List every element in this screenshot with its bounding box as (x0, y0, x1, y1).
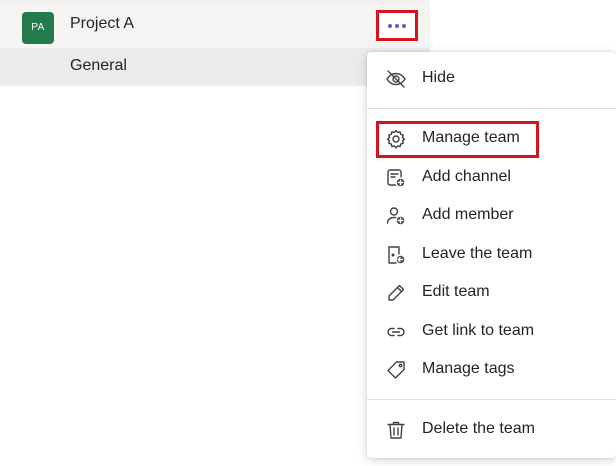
more-horizontal-icon (395, 23, 399, 28)
link-icon (385, 321, 407, 343)
menu-item-label: Add channel (422, 168, 511, 185)
menu-item-label: Manage tags (422, 360, 515, 377)
eye-off-icon (385, 68, 407, 90)
pencil-icon (385, 282, 407, 304)
add-channel-icon (385, 167, 407, 189)
menu-divider (367, 108, 616, 109)
content-background (0, 86, 430, 466)
more-horizontal-icon (402, 23, 406, 28)
menu-item-label: Leave the team (422, 245, 533, 262)
menu-item-leave-team[interactable]: Leave the team (367, 236, 616, 274)
menu-item-label: Add member (422, 206, 514, 223)
menu-item-manage-tags[interactable]: Manage tags (367, 351, 616, 389)
menu-item-edit-team[interactable]: Edit team (367, 274, 616, 312)
menu-item-add-channel[interactable]: Add channel (367, 159, 616, 197)
trash-icon (385, 419, 407, 441)
menu-item-label: Edit team (422, 283, 490, 300)
leave-team-icon (385, 244, 407, 266)
menu-item-label: Get link to team (422, 322, 535, 339)
more-horizontal-icon (388, 23, 392, 28)
team-context-menu: Hide Manage team Add channel Add member … (367, 52, 616, 458)
team-name[interactable]: Project A (70, 15, 134, 33)
menu-item-add-member[interactable]: Add member (367, 197, 616, 235)
add-person-icon (385, 205, 407, 227)
team-row-project-a[interactable] (0, 4, 430, 48)
menu-item-hide[interactable]: Hide (367, 60, 616, 98)
channel-row-general[interactable] (0, 48, 430, 86)
menu-item-delete-team[interactable]: Delete the team (367, 411, 616, 449)
menu-item-label: Hide (422, 69, 455, 86)
menu-divider (367, 399, 616, 400)
team-avatar: PA (22, 12, 54, 44)
menu-item-label: Delete the team (422, 420, 535, 437)
more-options-button[interactable] (376, 10, 418, 41)
menu-item-get-link[interactable]: Get link to team (367, 313, 616, 351)
manage-team-highlight (376, 121, 539, 158)
channel-name[interactable]: General (70, 57, 127, 75)
tag-icon (385, 359, 407, 381)
